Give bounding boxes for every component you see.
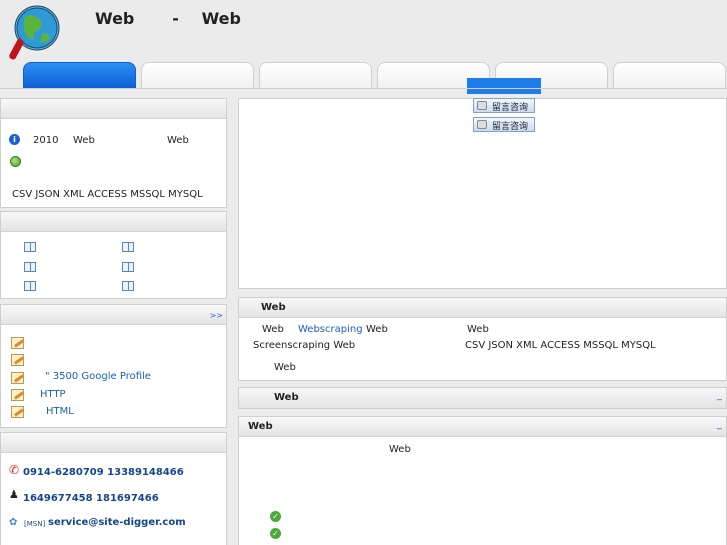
collapse-toggle[interactable]: _ — [717, 390, 722, 401]
pencil-icon — [11, 372, 24, 384]
intro-panel-header — [1, 99, 226, 119]
web-features-text: Web — [389, 444, 411, 455]
web-intro-text: Web — [366, 324, 388, 335]
msn-tag: [MSN] — [24, 520, 46, 528]
contact-msn-email[interactable]: service@site-digger.com — [48, 517, 186, 528]
article-link-http[interactable]: HTTP — [40, 389, 66, 400]
articles-panel: >> " 3500 Google Profile HTTP HTML — [0, 304, 227, 428]
consult-button-label: 留言咨询 — [492, 122, 529, 132]
consult-button[interactable]: 留言咨询 — [473, 117, 535, 132]
web-features-title: Web — [248, 421, 273, 432]
book-icon[interactable] — [24, 262, 36, 272]
article-link-html[interactable]: HTML — [46, 406, 74, 417]
book-icon[interactable] — [24, 242, 36, 252]
web-intro-panel-header: Web — [239, 298, 726, 318]
pencil-icon — [11, 406, 24, 418]
web-intro-text: Web — [262, 324, 284, 335]
webscraping-link[interactable]: Webscraping — [298, 324, 363, 335]
nav-divider — [0, 88, 727, 89]
book-icon[interactable] — [122, 281, 134, 291]
qq-penguin-icon: ♟ — [9, 488, 19, 501]
phone-icon: ✆ — [9, 463, 20, 477]
printer-icon — [477, 120, 487, 129]
articles-panel-header: >> — [1, 305, 226, 325]
contact-phones: 0914-6280709 13389148466 — [23, 467, 184, 478]
category-panel — [0, 211, 227, 299]
tab-6[interactable] — [613, 62, 726, 88]
web-intro-text: Web — [274, 362, 296, 373]
contact-qq: 1649677458 181697466 — [23, 493, 159, 504]
magnifier-globe-logo-icon[interactable] — [4, 4, 64, 62]
web-section-title: Web — [274, 392, 299, 403]
web-formats-text: CSV JSON XML ACCESS MSSQL MYSQL — [465, 340, 656, 351]
pencil-icon — [11, 389, 24, 401]
tab-home[interactable] — [23, 62, 136, 88]
web-section-bar-header: Web _ — [239, 388, 726, 408]
contact-panel-header — [1, 433, 226, 453]
web-section-bar: Web _ — [238, 387, 727, 409]
book-icon[interactable] — [122, 242, 134, 252]
consult-button[interactable]: 留言咨询 — [473, 98, 535, 113]
category-panel-header — [1, 212, 226, 232]
web-features-panel: Web _ Web ✓ ✓ — [238, 416, 727, 545]
book-icon[interactable] — [122, 262, 134, 272]
web-intro-text: Web — [467, 324, 489, 335]
check-icon: ✓ — [270, 528, 281, 539]
intro-web-1: Web — [73, 135, 95, 146]
collapse-toggle[interactable]: _ — [717, 419, 722, 430]
site-title: Web - Web — [95, 9, 241, 28]
consult-button-label: 留言咨询 — [492, 103, 529, 113]
screenscraping-text: Screenscraping Web — [253, 340, 356, 351]
contact-panel: ✆ 0914-6280709 13389148466 ♟ 1649677458 … — [0, 432, 227, 545]
more-link[interactable]: >> — [210, 311, 223, 320]
web-intro-title: Web — [261, 302, 286, 313]
globe-user-icon — [10, 156, 21, 167]
intro-panel: i 2010 Web Web CSV JSON XML ACCESS MSSQL… — [0, 98, 227, 208]
info-icon: i — [9, 134, 20, 145]
pencil-icon — [11, 337, 24, 349]
intro-formats: CSV JSON XML ACCESS MSSQL MYSQL — [12, 189, 203, 200]
pencil-icon — [11, 354, 24, 366]
tab-2[interactable] — [141, 62, 254, 88]
web-intro-panel: Web Web Webscraping Web Web Screenscrapi… — [238, 297, 727, 381]
tab-3[interactable] — [259, 62, 372, 88]
printer-icon — [477, 101, 487, 110]
tab-dropdown-highlight[interactable] — [467, 78, 541, 94]
intro-web-2: Web — [167, 135, 189, 146]
check-icon: ✓ — [270, 511, 281, 522]
web-features-header: Web _ — [239, 417, 726, 437]
msn-butterfly-icon: ✿ — [9, 517, 18, 528]
intro-year: 2010 — [33, 135, 59, 146]
article-link-google-profile[interactable]: " 3500 Google Profile — [45, 371, 151, 382]
book-icon[interactable] — [24, 281, 36, 291]
